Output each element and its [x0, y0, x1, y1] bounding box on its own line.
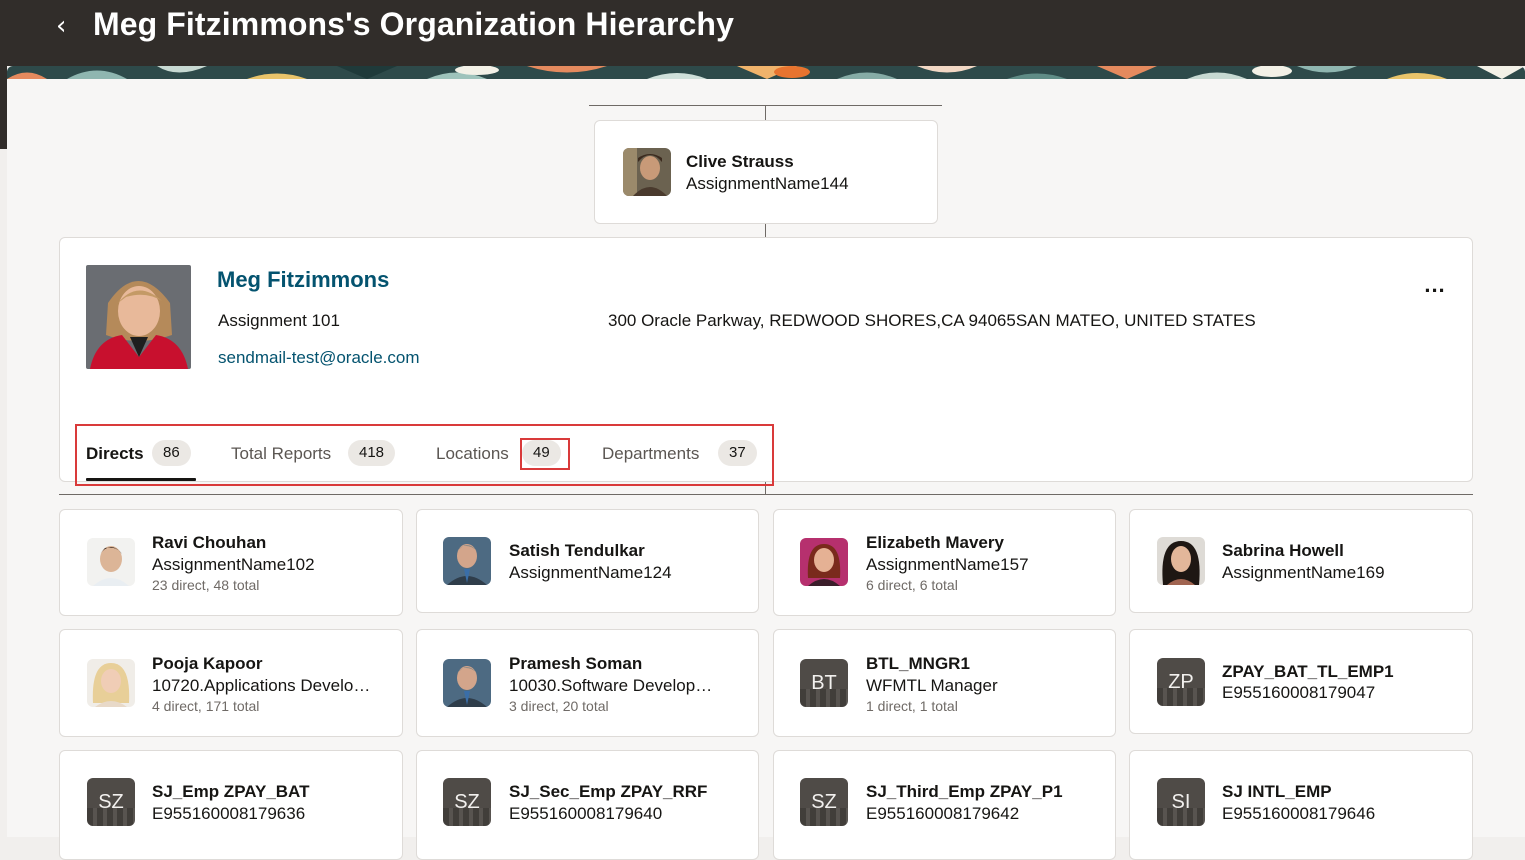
direct-card[interactable]: SZ SJ_Emp ZPAY_BAT E955160008179636: [59, 750, 403, 860]
avatar: [800, 538, 848, 586]
direct-assignment: AssignmentName102: [152, 555, 315, 574]
direct-counts: 1 direct, 1 total: [866, 698, 958, 714]
direct-assignment: E955160008179646: [1222, 804, 1376, 823]
person-photo-icon: [87, 538, 135, 586]
direct-assignment: AssignmentName157: [866, 555, 1029, 574]
avatar: [1157, 537, 1205, 585]
direct-card[interactable]: SZ SJ_Third_Emp ZPAY_P1 E955160008179642: [773, 750, 1116, 860]
person-photo-icon: [443, 537, 491, 585]
avatar: [443, 659, 491, 707]
direct-assignment: E955160008179636: [152, 804, 306, 823]
direct-name: SJ_Sec_Emp ZPAY_RRF: [509, 782, 708, 801]
direct-name: SJ_Third_Emp ZPAY_P1: [866, 782, 1063, 801]
initials-avatar: ZP: [1157, 658, 1205, 706]
direct-assignment: E955160008179047: [1222, 683, 1376, 702]
avatar: [87, 659, 135, 707]
initials-avatar: SZ: [443, 778, 491, 826]
direct-counts: 23 direct, 48 total: [152, 577, 260, 593]
initials-avatar: SZ: [87, 778, 135, 826]
direct-counts: 3 direct, 20 total: [509, 698, 609, 714]
direct-assignment: 10030.Software Development: [509, 676, 724, 695]
direct-name: Pramesh Soman: [509, 654, 643, 673]
decorative-banner: [7, 66, 1525, 79]
person-address: 300 Oracle Parkway, REDWOOD SHORES,CA 94…: [608, 311, 1256, 330]
direct-counts: 4 direct, 171 total: [152, 698, 260, 714]
direct-card[interactable]: Pooja Kapoor 10720.Applications Developm…: [59, 629, 403, 737]
direct-card[interactable]: Pramesh Soman 10030.Software Development…: [416, 629, 759, 737]
avatar: [623, 148, 671, 196]
direct-assignment: E955160008179640: [509, 804, 663, 823]
person-assignment: Assignment 101: [218, 311, 340, 330]
initials-avatar: SZ: [800, 778, 848, 826]
direct-name: Ravi Chouhan: [152, 533, 267, 552]
avatar: [87, 538, 135, 586]
person-photo-icon: [87, 659, 135, 707]
person-photo-icon: [86, 265, 191, 369]
direct-card[interactable]: Satish Tendulkar AssignmentName124: [416, 509, 759, 613]
direct-card[interactable]: BT BTL_MNGR1 WFMTL Manager 1 direct, 1 t…: [773, 629, 1116, 737]
direct-counts: 6 direct, 6 total: [866, 577, 958, 593]
person-photo-icon: [443, 659, 491, 707]
header-edge: [0, 66, 7, 149]
page-header: ‹ Meg Fitzimmons's Organization Hierarch…: [0, 0, 1525, 66]
back-icon[interactable]: ‹: [56, 13, 76, 39]
direct-assignment: E955160008179642: [866, 804, 1020, 823]
direct-card[interactable]: SZ SJ_Sec_Emp ZPAY_RRF E955160008179640: [416, 750, 759, 860]
connector-line: [765, 105, 766, 120]
direct-card[interactable]: ZP ZPAY_BAT_TL_EMP1 E955160008179047: [1129, 629, 1473, 734]
direct-name: SJ INTL_EMP: [1222, 782, 1332, 801]
direct-name: Pooja Kapoor: [152, 654, 263, 673]
direct-name: BTL_MNGR1: [866, 654, 970, 673]
person-photo-icon: [800, 538, 848, 586]
direct-assignment: 10720.Applications Development: [152, 676, 374, 695]
direct-name: Sabrina Howell: [1222, 541, 1344, 560]
direct-name: ZPAY_BAT_TL_EMP1: [1222, 662, 1394, 681]
person-email-link[interactable]: sendmail-test@oracle.com: [218, 348, 420, 368]
avatar: [443, 537, 491, 585]
person-name-link[interactable]: Meg Fitzimmons: [217, 267, 389, 293]
manager-assignment: AssignmentName144: [686, 174, 849, 193]
direct-card[interactable]: SI SJ INTL_EMP E955160008179646: [1129, 750, 1473, 860]
more-actions-icon[interactable]: ...: [1421, 274, 1449, 302]
direct-card[interactable]: Ravi Chouhan AssignmentName102 23 direct…: [59, 509, 403, 616]
direct-assignment: AssignmentName124: [509, 563, 672, 582]
person-photo-icon: [623, 148, 671, 196]
banner-pattern: [7, 66, 1525, 79]
initials-avatar: BT: [800, 659, 848, 707]
initials-avatar: SI: [1157, 778, 1205, 826]
direct-name: Satish Tendulkar: [509, 541, 645, 560]
connector-line: [59, 494, 1473, 495]
direct-card[interactable]: Sabrina Howell AssignmentName169: [1129, 509, 1473, 613]
connector-line: [765, 223, 766, 237]
direct-card[interactable]: Elizabeth Mavery AssignmentName157 6 dir…: [773, 509, 1116, 616]
highlight-box: [75, 424, 774, 486]
direct-assignment: AssignmentName169: [1222, 563, 1385, 582]
direct-name: SJ_Emp ZPAY_BAT: [152, 782, 310, 801]
highlight-box: [520, 438, 570, 470]
direct-name: Elizabeth Mavery: [866, 533, 1004, 552]
direct-assignment: WFMTL Manager: [866, 676, 998, 695]
page-title: Meg Fitzimmons's Organization Hierarchy: [93, 6, 734, 42]
avatar: [86, 265, 191, 369]
manager-name: Clive Strauss: [686, 152, 794, 171]
person-photo-icon: [1157, 537, 1205, 585]
manager-card[interactable]: Clive Strauss AssignmentName144: [594, 120, 938, 224]
